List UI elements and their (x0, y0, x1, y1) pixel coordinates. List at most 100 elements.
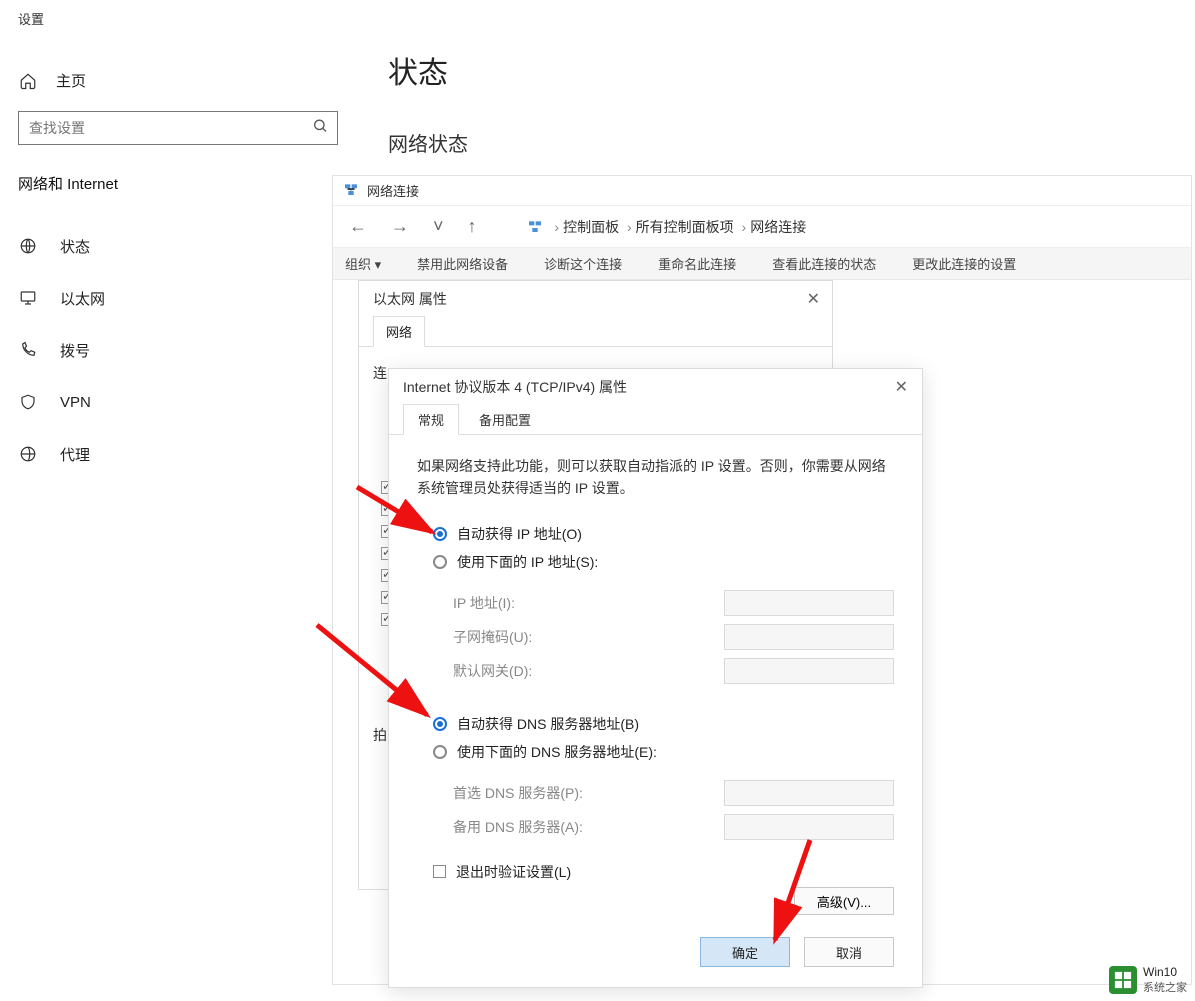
ip-address-field (724, 590, 894, 616)
sidebar-item-label: 拨号 (60, 340, 90, 361)
network-icon (343, 181, 359, 200)
tab-general[interactable]: 常规 (403, 404, 459, 435)
ipv4-tabs: 常规 备用配置 (389, 405, 922, 435)
radio-label: 自动获得 DNS 服务器地址(B) (457, 714, 639, 734)
field-label: IP 地址(I): (453, 593, 515, 613)
section-title: 网络状态 (388, 128, 468, 157)
settings-sidebar: 主页 网络和 Internet 状态 以太网 拨号 (0, 40, 360, 484)
toolbar-organize[interactable]: 组织 ▾ (345, 254, 381, 273)
search-input[interactable] (18, 111, 338, 145)
globe-icon (18, 445, 38, 463)
search-wrap (18, 111, 338, 145)
sidebar-item-ethernet[interactable]: 以太网 (18, 276, 360, 320)
explorer-titlebar[interactable]: 网络连接 (333, 176, 1191, 206)
dialog-tabs: 网络 (359, 317, 832, 347)
ip-address-row: IP 地址(I): (389, 586, 922, 620)
dialog-titlebar[interactable]: 以太网 属性 ✕ (359, 281, 832, 317)
windows-logo-icon (1109, 966, 1137, 994)
radio-icon (433, 717, 447, 731)
cancel-button[interactable]: 取消 (804, 937, 894, 967)
close-icon[interactable]: ✕ (895, 377, 908, 397)
shield-icon (18, 393, 38, 411)
toolbar-viewstatus[interactable]: 查看此连接的状态 (772, 254, 876, 273)
explorer-navbar: ← → ˅ ↑ ›控制面板 ›所有控制面板项 ›网络连接 (333, 206, 1191, 248)
sidebar-item-label: VPN (60, 394, 91, 411)
checkbox-icon (433, 865, 446, 878)
recent-button[interactable]: ˅ (429, 216, 448, 237)
field-label: 子网掩码(U): (453, 627, 532, 647)
sidebar-item-status[interactable]: 状态 (18, 224, 360, 268)
validate-label: 退出时验证设置(L) (456, 862, 571, 882)
dialog-buttons: 确定 取消 (700, 937, 894, 967)
dialog-title: 以太网 属性 (373, 289, 447, 309)
back-button[interactable]: ← (345, 216, 371, 237)
toolbar-disable[interactable]: 禁用此网络设备 (417, 254, 508, 273)
radio-auto-dns[interactable]: 自动获得 DNS 服务器地址(B) (433, 714, 894, 734)
advanced-button[interactable]: 高级(V)... (794, 887, 894, 915)
watermark-line2: 系统之家 (1143, 979, 1187, 995)
field-label: 默认网关(D): (453, 661, 532, 681)
monitor-icon (18, 289, 38, 307)
explorer-title: 网络连接 (367, 181, 419, 200)
toolbar-change[interactable]: 更改此连接的设置 (912, 254, 1016, 273)
radio-label: 使用下面的 DNS 服务器地址(E): (457, 742, 657, 762)
home-icon (18, 72, 38, 90)
close-icon[interactable]: ✕ (807, 289, 820, 309)
page-title: 状态 (388, 48, 468, 92)
dns1-row: 首选 DNS 服务器(P): (389, 776, 922, 810)
radio-label: 使用下面的 IP 地址(S): (457, 552, 598, 572)
sidebar-item-dialup[interactable]: 拨号 (18, 328, 360, 372)
explorer-toolbar: 组织 ▾ 禁用此网络设备 诊断这个连接 重命名此连接 查看此连接的状态 更改此连… (333, 248, 1191, 280)
radio-icon (433, 745, 447, 759)
breadcrumb[interactable]: ›控制面板 ›所有控制面板项 ›网络连接 (527, 217, 807, 237)
subnet-field (724, 624, 894, 650)
dns-block: 自动获得 DNS 服务器地址(B) 使用下面的 DNS 服务器地址(E): (389, 700, 922, 776)
watermark: Win10 系统之家 (1109, 965, 1187, 995)
sidebar-item-label: 状态 (60, 236, 90, 257)
watermark-line1: Win10 (1143, 965, 1187, 979)
toolbar-rename[interactable]: 重命名此连接 (658, 254, 736, 273)
radio-manual-ip[interactable]: 使用下面的 IP 地址(S): (433, 552, 894, 572)
content-area: 状态 网络状态 (388, 48, 468, 157)
sidebar-item-proxy[interactable]: 代理 (18, 432, 360, 476)
field-label: 首选 DNS 服务器(P): (453, 783, 583, 803)
radio-icon (433, 527, 447, 541)
phone-icon (18, 341, 38, 359)
globe-icon (18, 237, 38, 255)
dns2-row: 备用 DNS 服务器(A): (389, 810, 922, 844)
sidebar-item-label: 以太网 (60, 288, 105, 309)
ok-button[interactable]: 确定 (700, 937, 790, 967)
dns2-field (724, 814, 894, 840)
validate-row[interactable]: 退出时验证设置(L) (389, 844, 922, 882)
breadcrumb-item[interactable]: 所有控制面板项 (636, 219, 734, 235)
dialog-title: Internet 协议版本 4 (TCP/IPv4) 属性 (403, 377, 627, 397)
explanation-text: 如果网络支持此功能，则可以获取自动指派的 IP 设置。否则，你需要从网络系统管理… (389, 435, 922, 510)
toolbar-diagnose[interactable]: 诊断这个连接 (544, 254, 622, 273)
ip-block: 自动获得 IP 地址(O) 使用下面的 IP 地址(S): (389, 510, 922, 586)
field-label: 备用 DNS 服务器(A): (453, 817, 583, 837)
dialog-titlebar[interactable]: Internet 协议版本 4 (TCP/IPv4) 属性 ✕ (389, 369, 922, 405)
search-icon (312, 118, 328, 139)
sidebar-item-home[interactable]: 主页 (18, 70, 360, 91)
breadcrumb-item[interactable]: 网络连接 (750, 219, 806, 235)
home-label: 主页 (56, 70, 86, 91)
radio-auto-ip[interactable]: 自动获得 IP 地址(O) (433, 524, 894, 544)
gateway-row: 默认网关(D): (389, 654, 922, 688)
up-button[interactable]: ↑ (464, 216, 481, 237)
window-title: 设置 (18, 9, 44, 28)
sidebar-item-label: 代理 (60, 444, 90, 465)
subnet-row: 子网掩码(U): (389, 620, 922, 654)
forward-button[interactable]: → (387, 216, 413, 237)
radio-icon (433, 555, 447, 569)
description-label: 拍 (373, 725, 387, 745)
radio-label: 自动获得 IP 地址(O) (457, 524, 582, 544)
breadcrumb-item[interactable]: 控制面板 (563, 219, 619, 235)
category-title: 网络和 Internet (18, 173, 360, 194)
radio-manual-dns[interactable]: 使用下面的 DNS 服务器地址(E): (433, 742, 894, 762)
dns1-field (724, 780, 894, 806)
tab-alternate[interactable]: 备用配置 (465, 405, 545, 434)
sidebar-item-vpn[interactable]: VPN (18, 380, 360, 424)
tab-network[interactable]: 网络 (373, 316, 425, 347)
gateway-field (724, 658, 894, 684)
ipv4-properties-dialog: Internet 协议版本 4 (TCP/IPv4) 属性 ✕ 常规 备用配置 … (388, 368, 923, 988)
